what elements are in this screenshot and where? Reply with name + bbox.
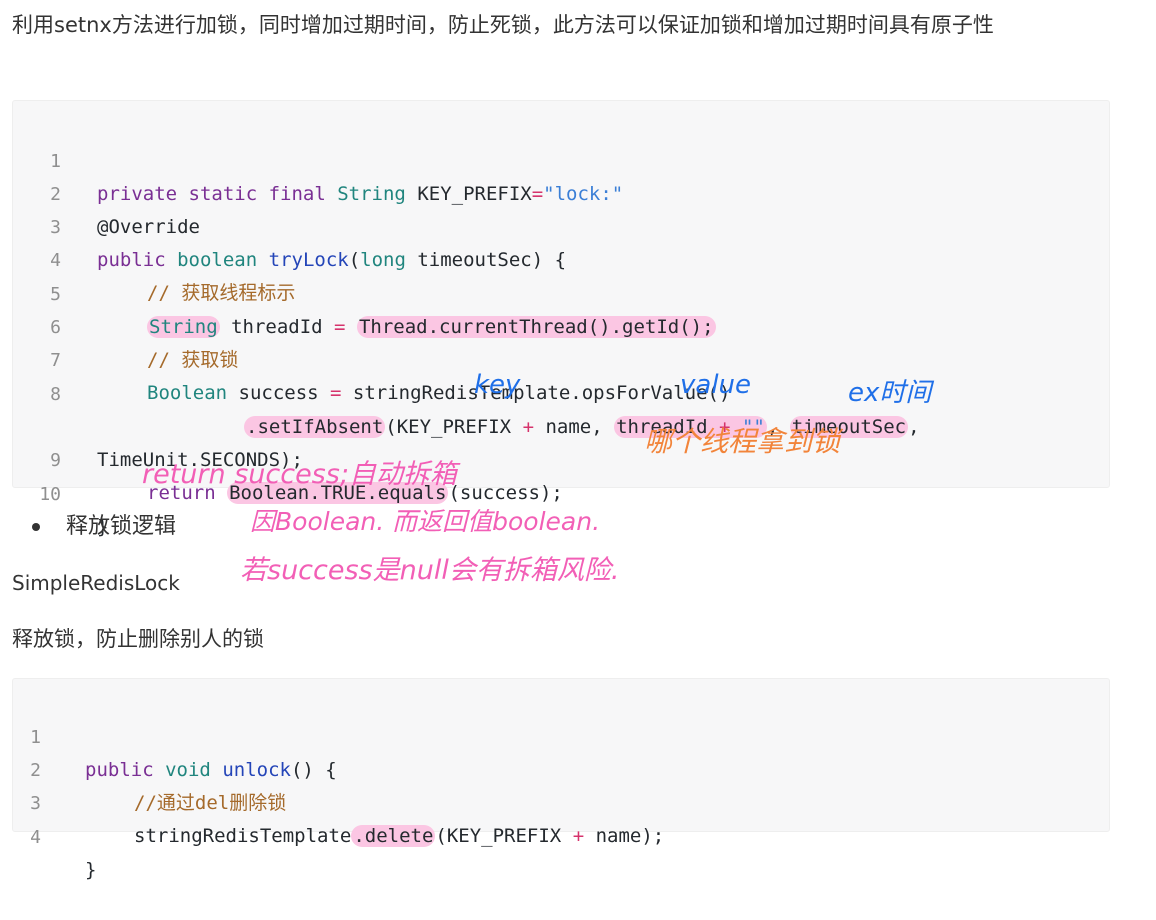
annotation-value: value — [680, 370, 752, 400]
code-block-trylock: 1 private static final String KEY_PREFIX… — [12, 100, 1110, 538]
annotation-key: key — [474, 370, 521, 400]
annotation-boolean-note: 因Boolean. 而返回值boolean. — [250, 507, 601, 536]
annotation-null-note: 若success是null会有拆箱风险. — [240, 555, 620, 586]
code-line: 10 } — [13, 445, 108, 538]
code-line: 5 String threadId = Thread.currentThread… — [13, 245, 716, 338]
code-block-unlock: 1 public void unlock() { 2 //通过del删除锁 3 … — [12, 678, 1110, 881]
code-text: public boolean tryLock(long timeoutSec) … — [97, 249, 567, 271]
bullet-release-logic: 释放锁逻辑 — [31, 508, 176, 540]
code-line: 2 //通过del删除锁 — [13, 721, 286, 814]
code-text: private static final String KEY_PREFIX="… — [97, 183, 624, 205]
line-number: 4 — [30, 827, 41, 848]
code-line: 7 Boolean success = stringRedisTemplate.… — [13, 311, 730, 404]
code-line: 4 } — [13, 788, 96, 881]
annotation-which-thread: 哪个线程拿到锁 — [644, 425, 841, 458]
code-text: String threadId = Thread.currentThread()… — [147, 316, 716, 338]
code-line: 1 private static final String KEY_PREFIX… — [13, 112, 623, 205]
code-comment: // 获取线程标示 — [147, 282, 296, 304]
code-comment: //通过del删除锁 — [134, 792, 287, 814]
code-line: 8 .setIfAbsent (KEY_PREFIX + name, thread… — [13, 345, 920, 438]
code-line: 9 return Boolean.TRUE.equals (success); — [13, 411, 563, 504]
release-description: 释放锁，防止删除别人的锁 — [12, 627, 264, 651]
code-text: Boolean success = stringRedisTemplate.op… — [147, 382, 731, 404]
annotation-return-note: return success;自动拆箱 — [142, 459, 457, 490]
code-line: 3 public boolean tryLock(long timeoutSec… — [13, 178, 566, 271]
code-line: 4 // 获取线程标示 — [13, 211, 295, 304]
code-line: 2 @Override — [13, 145, 200, 238]
code-comment: // 获取锁 — [147, 349, 239, 371]
annotation-ex-time: ex时间 — [848, 378, 932, 408]
code-text: public void unlock() { — [85, 759, 337, 781]
code-line: 1 public void unlock() { — [13, 688, 337, 781]
code-text: } — [85, 859, 97, 881]
line-number: 10 — [39, 484, 61, 505]
code-line: TimeUnit.SECONDS); — [13, 378, 303, 471]
code-line: 6 // 获取锁 — [13, 278, 238, 371]
code-line: 3 stringRedisTemplate .delete (KEY_PREFIX … — [13, 754, 664, 847]
class-name: SimpleRedisLock — [12, 571, 180, 595]
code-text: @Override — [97, 216, 200, 238]
intro-paragraph: 利用setnx方法进行加锁，同时增加过期时间，防止死锁，此方法可以保证加锁和增加… — [12, 13, 994, 37]
